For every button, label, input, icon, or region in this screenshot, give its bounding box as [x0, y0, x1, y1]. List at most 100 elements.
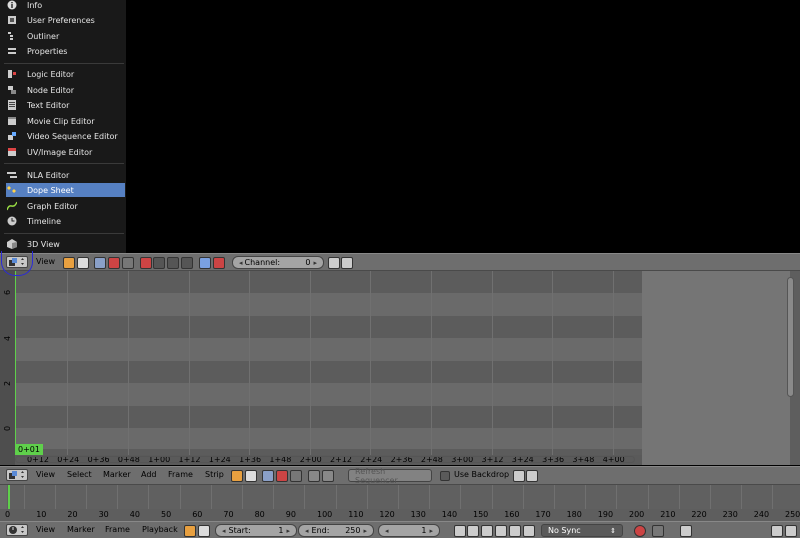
- timeline-track[interactable]: [7, 485, 800, 509]
- grid-line: [249, 271, 251, 455]
- current-frame-line[interactable]: [15, 271, 16, 455]
- chevron-left-icon[interactable]: ◂: [222, 527, 226, 535]
- render-still-icon[interactable]: [328, 257, 340, 269]
- channel-field[interactable]: ◂ Channel: 0 ▸: [232, 256, 324, 269]
- sequencer-view-icon[interactable]: [262, 470, 274, 482]
- marker-menu[interactable]: Marker: [67, 525, 95, 534]
- chevron-right-icon[interactable]: ▸: [313, 259, 317, 267]
- marker-menu[interactable]: Marker: [103, 470, 131, 479]
- proxy-icon[interactable]: [322, 470, 334, 482]
- video-sequence-icon: [6, 131, 18, 142]
- timeline-label: 250: [785, 510, 800, 519]
- timeline-area[interactable]: 0 10 20 30 40 50 60 70 80 90 100 110 120 130 140 150 160…: [0, 485, 800, 521]
- scene-icon[interactable]: [231, 470, 243, 482]
- strip-menu[interactable]: Strip: [205, 470, 224, 479]
- menu-label: Info: [27, 0, 43, 10]
- timeline-label: 170: [535, 510, 551, 519]
- delete-keyframe-icon[interactable]: [785, 525, 797, 537]
- jump-end-icon[interactable]: [523, 525, 535, 537]
- menu-item-movie-clip-editor[interactable]: Movie Clip Editor: [6, 114, 125, 128]
- chevron-right-icon[interactable]: ▸: [286, 527, 290, 535]
- render-still-icon[interactable]: [513, 470, 525, 482]
- menu-label: Movie Clip Editor: [27, 116, 95, 126]
- keying-set-icon[interactable]: [680, 525, 692, 537]
- vertical-scrollbar[interactable]: [787, 277, 794, 397]
- record-icon[interactable]: [634, 525, 646, 537]
- split-view-icon[interactable]: [290, 470, 302, 482]
- horizontal-scrollbar[interactable]: [15, 456, 635, 463]
- menu-item-uv-image-editor[interactable]: UV/Image Editor: [6, 145, 125, 159]
- menu-item-3d-view[interactable]: 3D View: [6, 237, 125, 251]
- channel-view-icon[interactable]: [199, 257, 211, 269]
- menu-item-text-editor[interactable]: Text Editor: [6, 98, 125, 112]
- ruler-number: 0: [3, 425, 12, 431]
- view-menu[interactable]: View: [36, 257, 55, 266]
- chevron-left-icon[interactable]: ◂: [385, 527, 389, 535]
- play-icon[interactable]: [495, 525, 507, 537]
- menu-item-outliner[interactable]: Outliner: [6, 29, 125, 43]
- menu-item-graph-editor[interactable]: Graph Editor: [6, 199, 125, 213]
- menu-label: Text Editor: [27, 100, 70, 110]
- jump-keyframe-forward-icon[interactable]: [509, 525, 521, 537]
- keyframe-type-icon[interactable]: [652, 525, 664, 537]
- preview-icon[interactable]: [108, 257, 120, 269]
- menu-item-info[interactable]: Info: [6, 0, 125, 12]
- preview-icon[interactable]: [276, 470, 288, 482]
- chevron-left-icon[interactable]: ◂: [305, 527, 309, 535]
- menu-item-dope-sheet[interactable]: Dope Sheet: [6, 183, 125, 197]
- current-frame-field[interactable]: ◂ 1 ▸: [378, 524, 440, 537]
- jump-start-icon[interactable]: [454, 525, 466, 537]
- overlay-icon[interactable]: [308, 470, 320, 482]
- menu-item-nla-editor[interactable]: NLA Editor: [6, 168, 125, 182]
- lock-icon[interactable]: [245, 470, 257, 482]
- timeline-tick: [210, 485, 212, 509]
- display-mode-icon[interactable]: [140, 257, 152, 269]
- timeline-ruler[interactable]: 0 10 20 30 40 50 60 70 80 90 100 110 120 130 140 150 160…: [0, 509, 800, 521]
- view-menu[interactable]: View: [36, 525, 55, 534]
- play-reverse-icon[interactable]: [481, 525, 493, 537]
- zoom-icon[interactable]: [167, 257, 179, 269]
- editor-type-button[interactable]: [6, 524, 28, 536]
- lock-icon[interactable]: [77, 257, 89, 269]
- chevron-left-icon[interactable]: ◂: [239, 259, 243, 267]
- frame-menu[interactable]: Frame: [105, 525, 130, 534]
- timeline-tick: [741, 485, 743, 509]
- render-animation-icon[interactable]: [341, 257, 353, 269]
- start-frame-field[interactable]: ◂ Start: 1 ▸: [215, 524, 297, 537]
- split-view-icon[interactable]: [122, 257, 134, 269]
- overlay-icon[interactable]: [153, 257, 165, 269]
- editor-type-button[interactable]: [6, 469, 28, 481]
- menu-item-timeline[interactable]: Timeline: [6, 214, 125, 228]
- scene-icon[interactable]: [184, 525, 196, 537]
- use-backdrop-checkbox[interactable]: [440, 471, 450, 481]
- lock-icon[interactable]: [198, 525, 210, 537]
- menu-item-user-preferences[interactable]: User Preferences: [6, 13, 125, 27]
- info-icon: [6, 0, 18, 11]
- playback-menu[interactable]: Playback: [142, 525, 178, 534]
- safe-area-icon[interactable]: [213, 257, 225, 269]
- insert-keyframe-icon[interactable]: [771, 525, 783, 537]
- refresh-sequencer-button[interactable]: Refresh Sequencer: [348, 467, 432, 485]
- scene-icon[interactable]: [63, 257, 75, 269]
- chevron-right-icon[interactable]: ▸: [363, 527, 367, 535]
- timeline-tick: [273, 485, 275, 509]
- menu-item-video-sequence-editor[interactable]: Video Sequence Editor: [6, 129, 125, 143]
- sequencer-icon: [9, 471, 24, 479]
- sync-select[interactable]: No Sync ⇕: [541, 524, 623, 537]
- image-icon[interactable]: [181, 257, 193, 269]
- menu-item-properties[interactable]: Properties: [6, 44, 125, 58]
- end-frame-field[interactable]: ◂ End: 250 ▸: [298, 524, 374, 537]
- jump-keyframe-back-icon[interactable]: [467, 525, 479, 537]
- menu-item-logic-editor[interactable]: Logic Editor: [6, 67, 125, 81]
- render-animation-icon[interactable]: [526, 470, 538, 482]
- current-frame-indicator[interactable]: 0+01: [15, 444, 43, 455]
- sequencer-grid[interactable]: [15, 271, 642, 455]
- select-menu[interactable]: Select: [67, 470, 92, 479]
- add-menu[interactable]: Add: [141, 470, 157, 479]
- chevron-right-icon[interactable]: ▸: [429, 527, 433, 535]
- timeline-label: 150: [473, 510, 489, 519]
- menu-item-node-editor[interactable]: Node Editor: [6, 83, 125, 97]
- view-menu[interactable]: View: [36, 470, 55, 479]
- frame-menu[interactable]: Frame: [168, 470, 193, 479]
- sequencer-view-icon[interactable]: [94, 257, 106, 269]
